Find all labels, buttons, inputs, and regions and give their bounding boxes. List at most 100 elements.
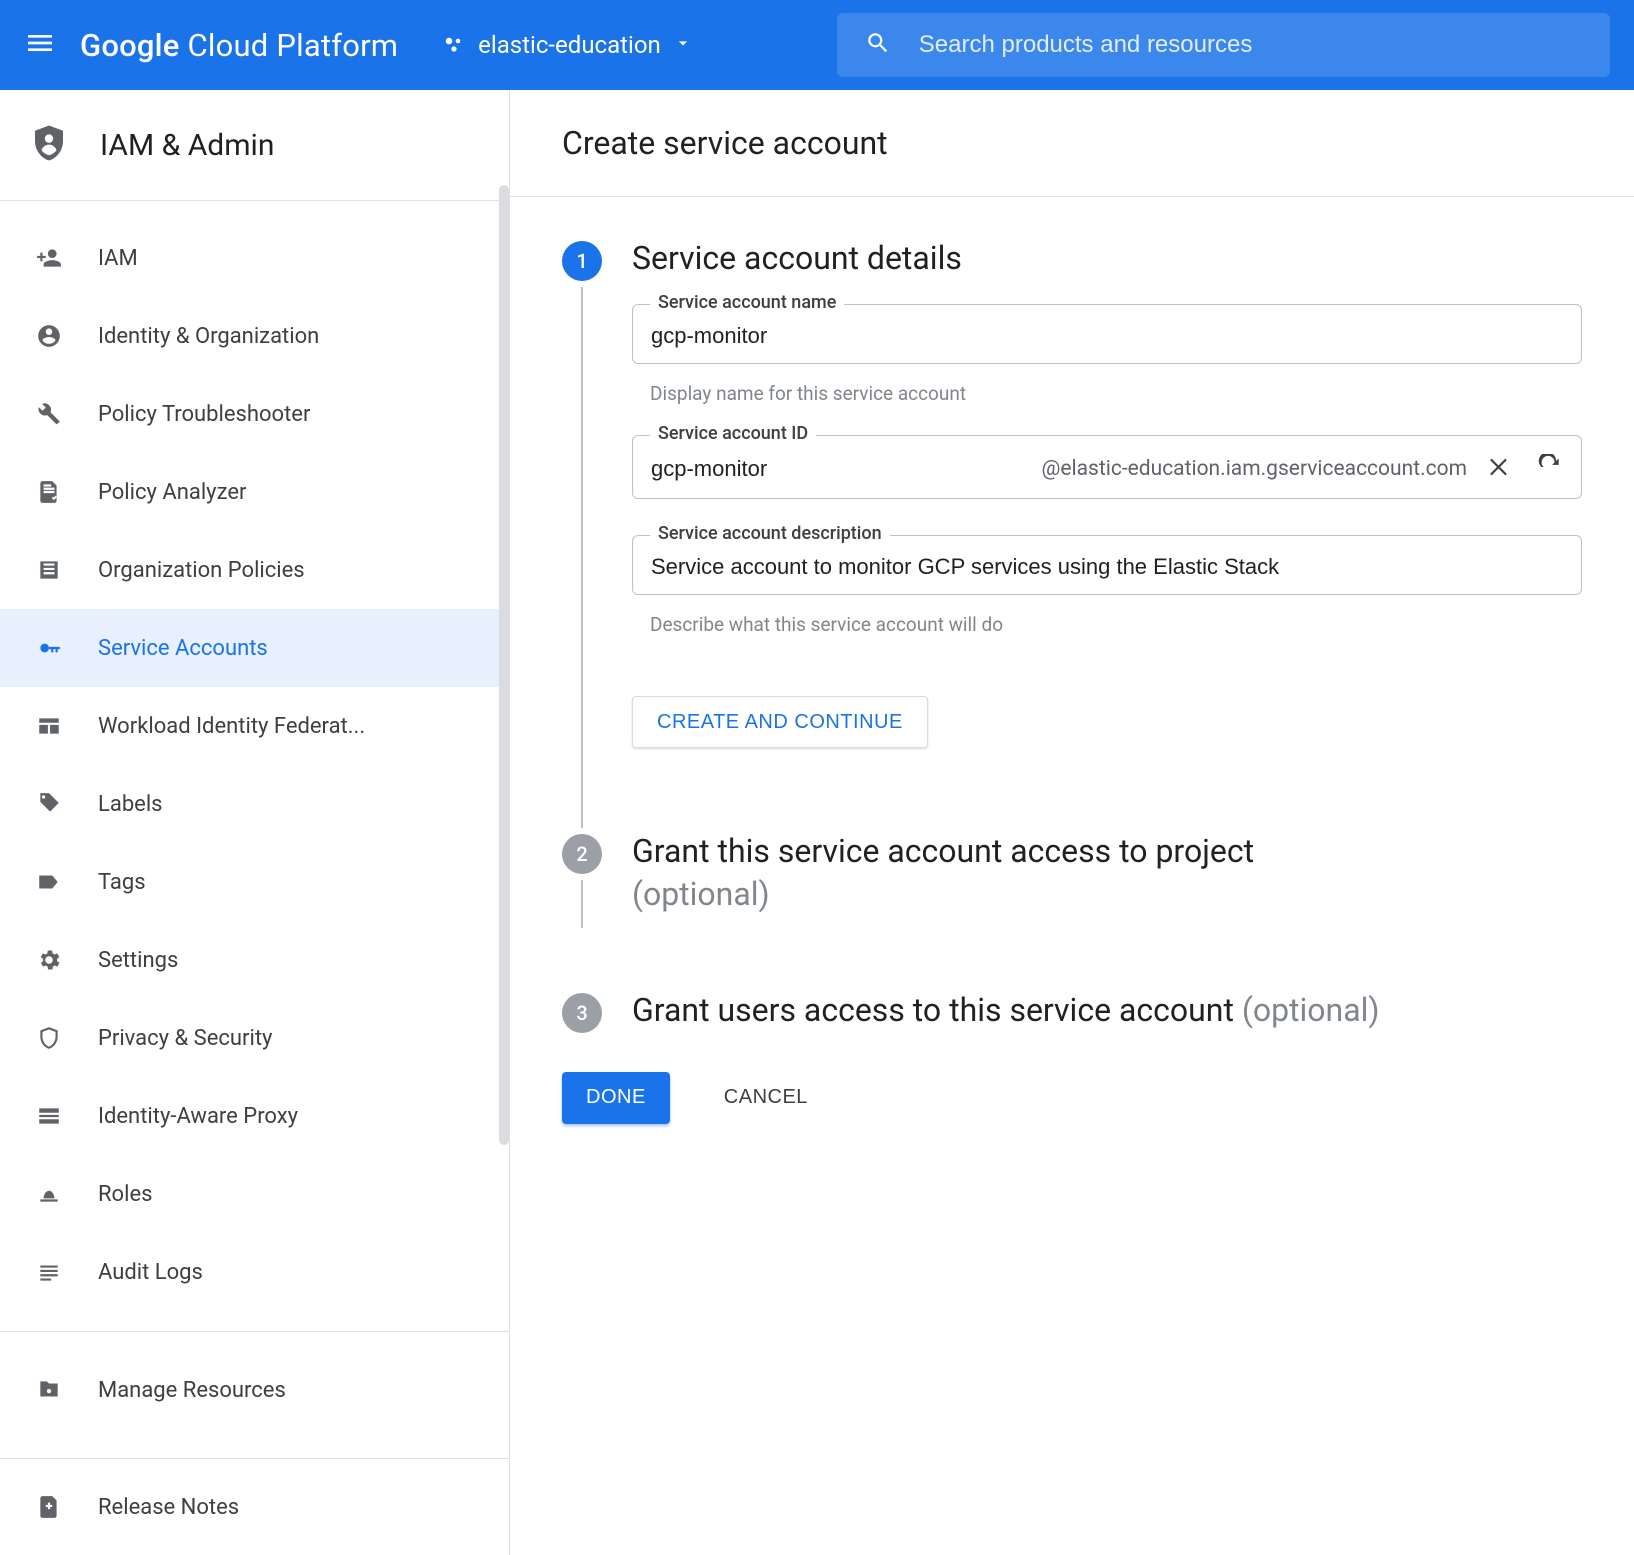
sidebar-item-iam[interactable]: IAM <box>0 219 509 297</box>
step-connector <box>581 880 583 928</box>
step-1-title: Service account details <box>632 237 1582 280</box>
section-header: IAM & Admin <box>0 90 509 201</box>
field-desc-label: Service account description <box>650 523 890 544</box>
step-3-optional: (optional) <box>1242 991 1380 1029</box>
account-circle-icon <box>34 323 64 349</box>
refresh-icon[interactable] <box>1537 454 1563 484</box>
sidebar-item-privacy-security[interactable]: Privacy & Security <box>0 999 509 1077</box>
federation-icon <box>34 713 64 739</box>
action-row: DONE CANCEL <box>562 1032 1582 1124</box>
step-2[interactable]: 2 Grant this service account access to p… <box>562 830 1582 976</box>
step-1-circle: 1 <box>562 241 602 281</box>
search-icon <box>865 30 891 60</box>
sidebar-item-audit-logs[interactable]: Audit Logs <box>0 1233 509 1311</box>
sidebar-item-label: Service Accounts <box>98 636 268 661</box>
done-button[interactable]: DONE <box>562 1072 670 1124</box>
wrench-icon <box>34 401 64 427</box>
create-continue-button[interactable]: CREATE AND CONTINUE <box>632 696 928 748</box>
sidebar-item-org-policies[interactable]: Organization Policies <box>0 531 509 609</box>
sidebar: IAM & Admin IAM Identity & Organization … <box>0 90 510 1555</box>
product-name-bold: Google <box>80 27 180 64</box>
menu-icon[interactable] <box>24 27 56 63</box>
sidebar-item-tags[interactable]: Tags <box>0 843 509 921</box>
sidebar-item-label: Policy Analyzer <box>98 480 246 505</box>
sidebar-item-roles[interactable]: Roles <box>0 1155 509 1233</box>
step-1: 1 Service account details Service accoun… <box>562 237 1582 818</box>
product-name-rest: Cloud Platform <box>180 27 399 64</box>
sidebar-item-label: Workload Identity Federat... <box>98 714 365 739</box>
sidebar-item-label: Privacy & Security <box>98 1026 272 1051</box>
sidebar-item-settings[interactable]: Settings <box>0 921 509 999</box>
person-add-icon <box>34 245 64 271</box>
label-arrow-icon <box>34 869 64 895</box>
sidebar-item-label: Policy Troubleshooter <box>98 402 310 427</box>
shield-outline-icon <box>34 1025 64 1051</box>
sidebar-item-policy-analyzer[interactable]: Policy Analyzer <box>0 453 509 531</box>
desc-input[interactable] <box>651 554 1563 580</box>
iap-icon <box>34 1103 64 1129</box>
tag-icon <box>34 791 64 817</box>
id-input[interactable] <box>651 456 891 482</box>
sidebar-item-label: Audit Logs <box>98 1260 203 1285</box>
id-suffix: @elastic-education.iam.gserviceaccount.c… <box>1042 457 1468 481</box>
main: Create service account 1 Service account… <box>510 90 1634 1555</box>
field-name: Service account name <box>632 304 1582 364</box>
chevron-down-icon <box>673 33 693 57</box>
step-3-title-text: Grant users access to this service accou… <box>632 991 1242 1029</box>
sidebar-item-label: Release Notes <box>98 1495 239 1520</box>
field-desc: Service account description <box>632 535 1582 595</box>
note-add-icon <box>34 1494 64 1520</box>
step-2-title: Grant this service account access to pro… <box>632 830 1582 916</box>
doc-check-icon <box>34 479 64 505</box>
sidebar-item-label: Identity & Organization <box>98 324 319 349</box>
step-2-title-text: Grant this service account access to pro… <box>632 832 1254 870</box>
product-name: Google Cloud Platform <box>80 27 398 64</box>
step-2-circle: 2 <box>562 834 602 874</box>
sidebar-item-label: Labels <box>98 792 163 817</box>
project-selector[interactable]: elastic-education <box>442 31 693 59</box>
sidebar-item-service-accounts[interactable]: Service Accounts <box>0 609 509 687</box>
search-input[interactable] <box>919 31 1582 59</box>
sidebar-item-label: IAM <box>98 246 138 271</box>
folder-gear-icon <box>34 1377 64 1403</box>
page-title: Create service account <box>510 90 1634 197</box>
sidebar-item-label: Identity-Aware Proxy <box>98 1104 298 1129</box>
sidebar-item-labels[interactable]: Labels <box>0 765 509 843</box>
iam-shield-icon <box>28 122 70 168</box>
desc-helper: Describe what this service account will … <box>632 603 1582 666</box>
sidebar-item-workload-identity[interactable]: Workload Identity Federat... <box>0 687 509 765</box>
sidebar-item-label: Tags <box>98 870 146 895</box>
sidebar-item-release-notes[interactable]: Release Notes <box>0 1459 509 1555</box>
nav: IAM Identity & Organization Policy Troub… <box>0 201 509 1311</box>
lines-icon <box>34 1259 64 1285</box>
section-title: IAM & Admin <box>100 128 274 163</box>
cancel-button[interactable]: CANCEL <box>700 1072 832 1124</box>
field-name-label: Service account name <box>650 292 844 313</box>
step-connector <box>581 287 583 828</box>
sidebar-item-label: Roles <box>98 1182 152 1207</box>
sidebar-item-identity-org[interactable]: Identity & Organization <box>0 297 509 375</box>
scrollbar[interactable] <box>499 185 509 1145</box>
sidebar-item-label: Settings <box>98 948 178 973</box>
name-input[interactable] <box>651 323 1563 349</box>
field-id: Service account ID @elastic-education.ia… <box>632 435 1582 499</box>
sidebar-item-label: Organization Policies <box>98 558 305 583</box>
sidebar-item-manage-resources[interactable]: Manage Resources <box>0 1342 509 1438</box>
project-name: elastic-education <box>478 31 661 59</box>
project-icon <box>442 33 466 57</box>
search-box[interactable] <box>837 13 1610 77</box>
sidebar-item-iap[interactable]: Identity-Aware Proxy <box>0 1077 509 1155</box>
step-3-title: Grant users access to this service accou… <box>632 989 1582 1032</box>
sidebar-item-policy-troubleshooter[interactable]: Policy Troubleshooter <box>0 375 509 453</box>
sidebar-item-label: Manage Resources <box>98 1378 286 1403</box>
step-2-optional: (optional) <box>632 875 770 913</box>
step-3-circle: 3 <box>562 993 602 1033</box>
key-account-icon <box>34 635 64 661</box>
hat-icon <box>34 1181 64 1207</box>
field-id-label: Service account ID <box>650 423 816 444</box>
top-header: Google Cloud Platform elastic-education <box>0 0 1634 90</box>
gear-icon <box>34 947 64 973</box>
list-box-icon <box>34 557 64 583</box>
clear-icon[interactable] <box>1487 454 1513 484</box>
step-3[interactable]: 3 Grant users access to this service acc… <box>562 989 1582 1032</box>
